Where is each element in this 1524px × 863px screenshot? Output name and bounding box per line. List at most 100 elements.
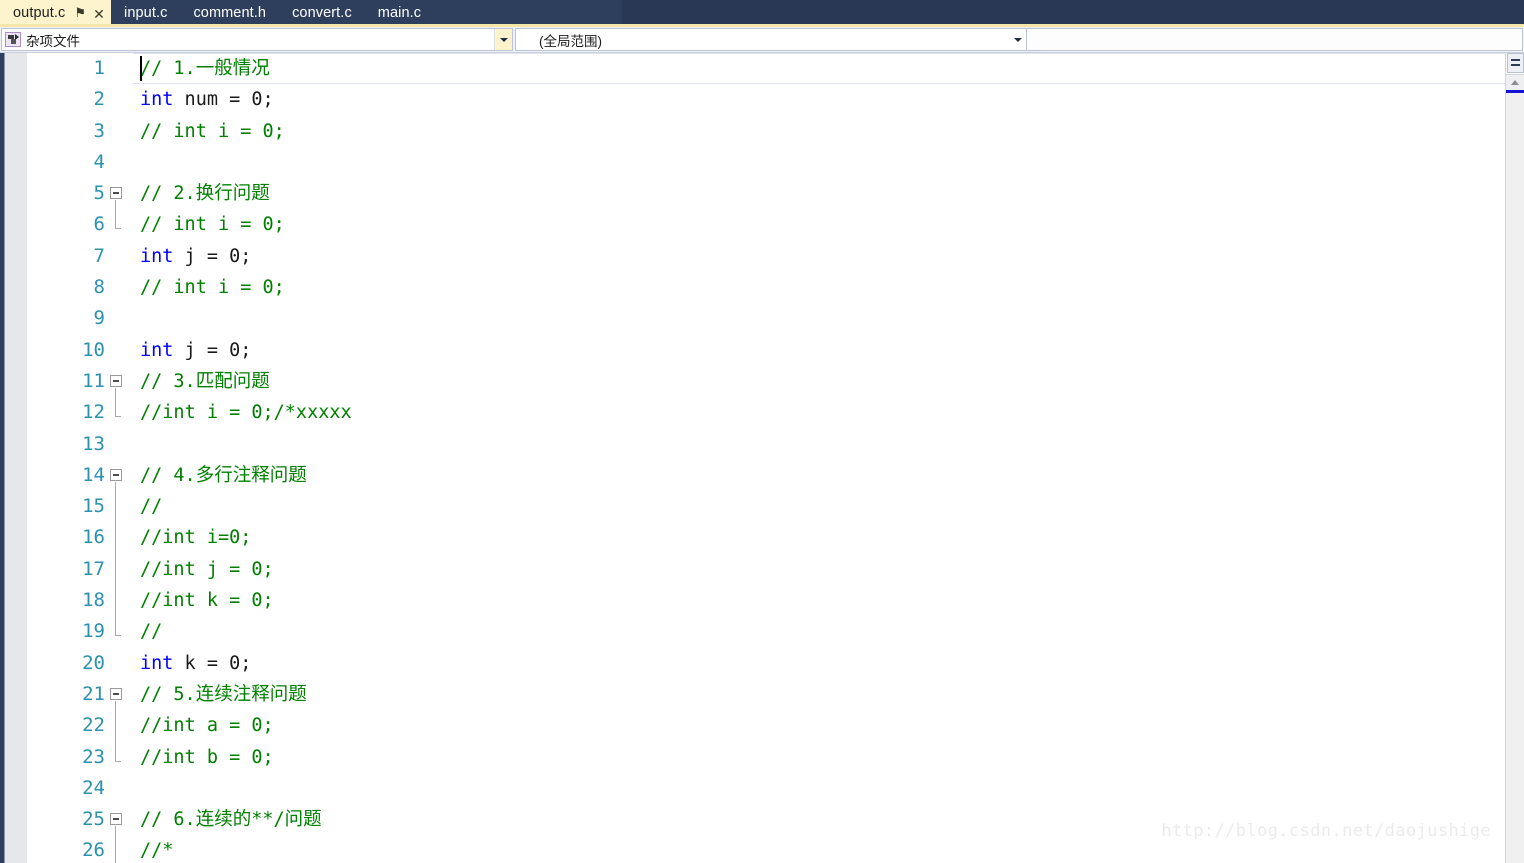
- fold-column: [105, 209, 133, 240]
- line-number: 12: [82, 401, 105, 424]
- code-line[interactable]: 19 //: [27, 616, 1505, 647]
- code-line-content[interactable]: //: [133, 616, 1505, 647]
- code-line-content[interactable]: int k = 0;: [133, 648, 1505, 679]
- code-line[interactable]: 10 int j = 0;: [27, 335, 1505, 366]
- code-line-content[interactable]: // 4.多行注释问题: [133, 460, 1505, 491]
- fold-guide-line: [115, 387, 116, 398]
- code-lines: 1 // 1.一般情况 2 int num = 0; 3 // int i = 0; 4 5 /…: [27, 53, 1505, 863]
- code-line[interactable]: 2 int num = 0;: [27, 84, 1505, 115]
- pin-icon[interactable]: ⚑: [74, 6, 86, 19]
- code-line-content[interactable]: [133, 773, 1505, 804]
- fold-column: [105, 804, 133, 836]
- close-icon[interactable]: ✕: [93, 7, 105, 21]
- code-line-content[interactable]: int j = 0;: [133, 335, 1505, 366]
- code-line[interactable]: 13: [27, 429, 1505, 460]
- code-line-content[interactable]: //int k = 0;: [133, 585, 1505, 616]
- line-number: 23: [82, 745, 105, 768]
- fold-column: [105, 397, 133, 428]
- fold-guide-line-end: [115, 741, 121, 762]
- editor-tab-output-c[interactable]: output.c ⚑ ✕: [0, 0, 112, 27]
- code-line-content[interactable]: int num = 0;: [133, 84, 1505, 115]
- code-line-content[interactable]: // int i = 0;: [133, 116, 1505, 147]
- line-number: 22: [82, 714, 105, 737]
- code-line-content[interactable]: //int j = 0;: [133, 554, 1505, 585]
- code-line[interactable]: 1 // 1.一般情况: [27, 53, 1505, 84]
- line-number: 10: [82, 338, 105, 361]
- fold-column: [105, 741, 133, 773]
- code-line-content[interactable]: //int a = 0;: [133, 710, 1505, 741]
- code-line-content[interactable]: [133, 147, 1505, 178]
- editor-tab-main-c[interactable]: main.c: [365, 0, 434, 27]
- code-line[interactable]: 4: [27, 147, 1505, 178]
- code-line[interactable]: 6 // int i = 0;: [27, 209, 1505, 240]
- code-line[interactable]: 24: [27, 773, 1505, 804]
- tab-label: output.c: [13, 5, 66, 21]
- fold-collapse-icon[interactable]: [110, 374, 122, 387]
- code-line-content[interactable]: int j = 0;: [133, 241, 1505, 272]
- fold-collapse-icon[interactable]: [110, 187, 122, 200]
- code-line[interactable]: 23 //int b = 0;: [27, 741, 1505, 773]
- fold-column: [105, 835, 133, 863]
- code-line[interactable]: 20 int k = 0;: [27, 648, 1505, 679]
- code-line[interactable]: 15 //: [27, 491, 1505, 523]
- code-token: int: [140, 339, 174, 361]
- code-text-area[interactable]: 1 // 1.一般情况 2 int num = 0; 3 // int i = 0; 4 5 /…: [27, 53, 1505, 863]
- chevron-up-icon[interactable]: [1506, 75, 1524, 90]
- code-token: //*: [140, 840, 174, 862]
- line-number: 19: [82, 620, 105, 643]
- code-line[interactable]: 3 // int i = 0;: [27, 116, 1505, 147]
- code-line-content[interactable]: // int i = 0;: [133, 272, 1505, 303]
- fold-column: [105, 522, 133, 554]
- code-line-content[interactable]: //int i = 0;/*xxxxx: [133, 397, 1505, 428]
- editor-tab-input-c[interactable]: input.c: [111, 0, 180, 27]
- fold-column: [105, 773, 133, 804]
- code-token: // int i = 0;: [140, 120, 285, 142]
- editor-tab-convert-c[interactable]: convert.c: [279, 0, 365, 27]
- code-line[interactable]: 11 // 3.匹配问题: [27, 366, 1505, 398]
- tab-strip-empty-area: [622, 0, 1524, 27]
- fold-collapse-icon[interactable]: [110, 687, 122, 700]
- fold-column: [105, 616, 133, 647]
- code-line-content[interactable]: [133, 429, 1505, 460]
- fold-guide-line: [115, 710, 116, 742]
- line-number: 15: [82, 495, 105, 518]
- code-line-content[interactable]: // 1.一般情况: [133, 53, 1505, 84]
- code-line-content[interactable]: // 3.匹配问题: [133, 366, 1505, 397]
- fold-column: [105, 272, 133, 303]
- fold-collapse-icon[interactable]: [110, 468, 122, 481]
- code-line[interactable]: 9: [27, 303, 1505, 334]
- code-line[interactable]: 21 // 5.连续注释问题: [27, 679, 1505, 711]
- code-line-content[interactable]: //int b = 0;: [133, 742, 1505, 773]
- code-line[interactable]: 22 //int a = 0;: [27, 710, 1505, 742]
- code-line-content[interactable]: // 2.换行问题: [133, 178, 1505, 209]
- fold-collapse-icon[interactable]: [110, 813, 122, 826]
- project-scope-dropdown[interactable]: 杂项文件: [1, 28, 513, 51]
- code-line[interactable]: 17 //int j = 0;: [27, 553, 1505, 586]
- code-token: j = 0;: [173, 245, 252, 267]
- vertical-scrollbar[interactable]: [1505, 53, 1524, 863]
- chevron-down-icon[interactable]: [1009, 29, 1026, 50]
- fold-column: [105, 585, 133, 617]
- chevron-down-icon[interactable]: [494, 29, 512, 50]
- code-line-content[interactable]: // 5.连续注释问题: [133, 679, 1505, 710]
- code-line-content[interactable]: [133, 303, 1505, 334]
- code-line-content[interactable]: // int i = 0;: [133, 209, 1505, 240]
- code-line[interactable]: 12 //int i = 0;/*xxxxx: [27, 397, 1505, 428]
- editor-tab-comment-h[interactable]: comment.h: [180, 0, 279, 27]
- scrollbar-position-marker: [1506, 90, 1524, 93]
- line-number: 7: [93, 244, 105, 267]
- code-token: // 3.匹配问题: [140, 370, 270, 392]
- line-number: 20: [82, 651, 105, 674]
- code-line[interactable]: 14 // 4.多行注释问题: [27, 460, 1505, 492]
- split-view-icon[interactable]: [1507, 53, 1524, 73]
- tab-label: main.c: [377, 5, 422, 21]
- code-line[interactable]: 7 int j = 0;: [27, 241, 1505, 272]
- code-line[interactable]: 18 //int k = 0;: [27, 585, 1505, 617]
- member-scope-dropdown[interactable]: (全局范围): [515, 28, 1027, 51]
- code-line-content[interactable]: //: [133, 491, 1505, 522]
- fold-guide-line-end: [115, 616, 121, 637]
- code-line[interactable]: 5 // 2.换行问题: [27, 178, 1505, 210]
- code-line-content[interactable]: //int i=0;: [133, 522, 1505, 553]
- code-line[interactable]: 8 // int i = 0;: [27, 272, 1505, 303]
- code-line[interactable]: 16 //int i=0;: [27, 522, 1505, 554]
